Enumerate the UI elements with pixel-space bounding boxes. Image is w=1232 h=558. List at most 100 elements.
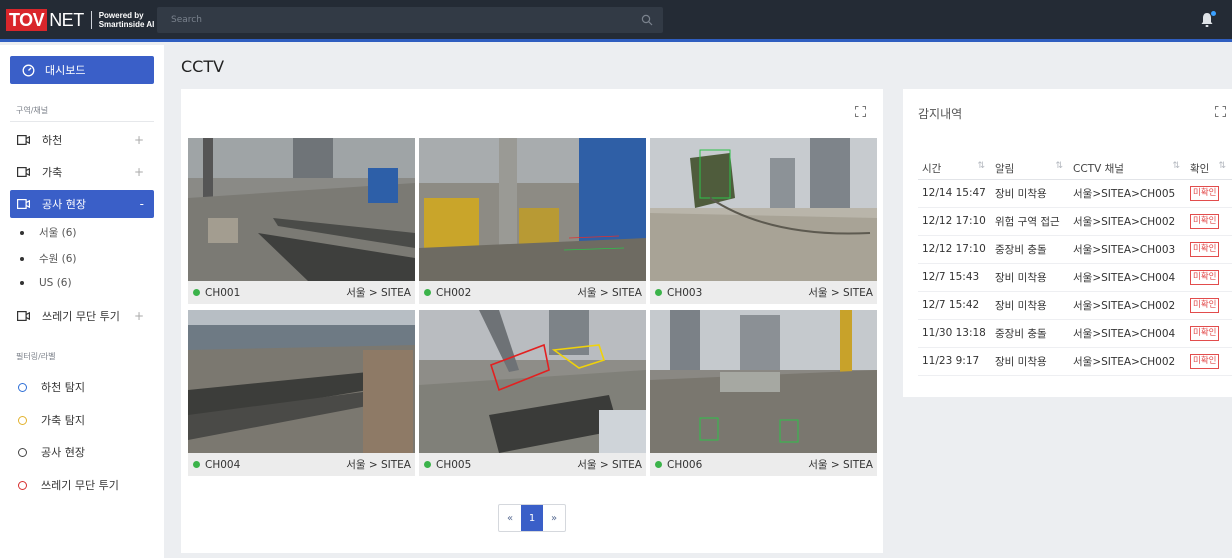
live-status-icon bbox=[193, 461, 200, 468]
page-title: CCTV bbox=[181, 57, 225, 76]
filter-label: 가축 탐지 bbox=[41, 414, 85, 427]
logo[interactable]: TOV NET Powered by Smartinside AI bbox=[6, 9, 154, 31]
camera-icon bbox=[17, 199, 30, 209]
table-row[interactable]: 11/23 9:17 장비 미착용 서울>SITEA>CH002 미확인 bbox=[918, 347, 1232, 376]
search-input[interactable] bbox=[157, 7, 663, 33]
column-label: 확인 bbox=[1190, 163, 1210, 176]
filter-river[interactable]: 하천 탐지 bbox=[18, 379, 85, 395]
ring-icon bbox=[18, 447, 27, 457]
unconfirmed-badge[interactable]: 미확인 bbox=[1190, 325, 1220, 341]
sub-item-label: 수원 (6) bbox=[39, 253, 77, 265]
bullet-icon bbox=[20, 256, 24, 261]
sub-item-seoul[interactable]: 서울 (6) bbox=[20, 225, 77, 240]
filter-label: 쓰레기 무단 투기 bbox=[41, 479, 119, 492]
sidebar-item-dumping[interactable]: 쓰레기 무단 투기 + bbox=[10, 302, 154, 330]
camera-tile-ch002[interactable]: CH002 서울 > SITEA bbox=[419, 138, 646, 304]
logo-tov: TOV bbox=[6, 9, 48, 31]
table-row[interactable]: 12/7 15:42 장비 미착용 서울>SITEA>CH002 미확인 bbox=[918, 291, 1232, 320]
table-row[interactable]: 11/30 13:18 중장비 충돌 서울>SITEA>CH004 미확인 bbox=[918, 319, 1232, 348]
fullscreen-icon[interactable] bbox=[855, 106, 866, 117]
camera-footer: CH003 서울 > SITEA bbox=[650, 281, 877, 304]
table-header-row: 시간 ⇅ 알림 ⇅ CCTV 채널 ⇅ 확인 ⇅ bbox=[918, 159, 1232, 180]
table-row[interactable]: 12/12 17:10 위험 구역 접근 서울>SITEA>CH002 미확인 bbox=[918, 207, 1232, 236]
sidebar-item-livestock[interactable]: 가축 + bbox=[10, 158, 154, 186]
cell-channel: 서울>SITEA>CH003 bbox=[1069, 235, 1186, 264]
cell-channel: 서울>SITEA>CH002 bbox=[1069, 207, 1186, 236]
sub-item-suwon[interactable]: 수원 (6) bbox=[20, 251, 77, 266]
camera-tile-ch005[interactable]: CH005 서울 > SITEA bbox=[419, 310, 646, 476]
camera-tile-ch001[interactable]: CH001 서울 > SITEA bbox=[188, 138, 415, 304]
cctv-panel: CH001 서울 > SITEA CH002 서울 > SITEA CH003 … bbox=[181, 89, 883, 553]
unconfirmed-badge[interactable]: 미확인 bbox=[1190, 185, 1220, 201]
camera-feed-ch002[interactable] bbox=[419, 138, 646, 281]
camera-location: 서울 > SITEA bbox=[808, 287, 873, 299]
cell-time: 12/12 17:10 bbox=[918, 207, 991, 236]
collapse-minus-icon[interactable]: - bbox=[140, 197, 144, 211]
table-row[interactable]: 12/7 15:43 장비 미착용 서울>SITEA>CH004 미확인 bbox=[918, 263, 1232, 292]
sub-item-label: 서울 (6) bbox=[39, 227, 77, 239]
bullet-icon bbox=[20, 281, 24, 285]
cell-status: 미확인 bbox=[1186, 235, 1232, 264]
unconfirmed-badge[interactable]: 미확인 bbox=[1190, 241, 1220, 257]
cell-channel: 서울>SITEA>CH005 bbox=[1069, 179, 1186, 208]
expand-plus-icon[interactable]: + bbox=[134, 309, 144, 323]
detections-panel: 감지내역 시간 ⇅ 알림 ⇅ CCTV 채널 ⇅ 확인 ⇅ 12/14 15:47 장비… bbox=[903, 89, 1232, 397]
sidebar-item-construction[interactable]: 공사 현장 - bbox=[10, 190, 154, 218]
cell-alert: 장비 미착용 bbox=[991, 347, 1069, 376]
cell-alert: 장비 미착용 bbox=[991, 179, 1069, 208]
sort-icon[interactable]: ⇅ bbox=[977, 161, 985, 171]
unconfirmed-badge[interactable]: 미확인 bbox=[1190, 297, 1220, 313]
camera-footer: CH005 서울 > SITEA bbox=[419, 453, 646, 476]
camera-feed-ch001[interactable] bbox=[188, 138, 415, 281]
cell-alert: 중장비 충돌 bbox=[991, 319, 1069, 348]
column-header-confirm[interactable]: 확인 ⇅ bbox=[1186, 159, 1232, 180]
search-icon[interactable] bbox=[641, 14, 653, 26]
expand-plus-icon[interactable]: + bbox=[134, 165, 144, 179]
cell-time: 12/12 17:10 bbox=[918, 235, 991, 264]
filter-livestock[interactable]: 가축 탐지 bbox=[18, 412, 85, 428]
filter-dumping[interactable]: 쓰레기 무단 투기 bbox=[18, 477, 119, 493]
camera-name: CH004 bbox=[205, 458, 241, 471]
sort-icon[interactable]: ⇅ bbox=[1055, 161, 1063, 171]
cell-status: 미확인 bbox=[1186, 263, 1232, 292]
fullscreen-icon[interactable] bbox=[1215, 106, 1226, 117]
cell-time: 12/7 15:42 bbox=[918, 291, 991, 320]
ring-icon bbox=[18, 480, 27, 490]
camera-feed-ch005[interactable] bbox=[419, 310, 646, 453]
sort-icon[interactable]: ⇅ bbox=[1218, 161, 1226, 171]
camera-tile-ch003[interactable]: CH003 서울 > SITEA bbox=[650, 138, 877, 304]
cell-alert: 장비 미착용 bbox=[991, 291, 1069, 320]
column-label: CCTV 채널 bbox=[1073, 163, 1124, 176]
camera-feed-ch006[interactable] bbox=[650, 310, 877, 453]
camera-location: 서울 > SITEA bbox=[346, 459, 411, 471]
camera-name: CH001 bbox=[205, 286, 241, 299]
column-header-time[interactable]: 시간 ⇅ bbox=[918, 159, 991, 180]
filter-construction[interactable]: 공사 현장 bbox=[18, 444, 85, 460]
unconfirmed-badge[interactable]: 미확인 bbox=[1190, 353, 1220, 369]
camera-feed-ch003[interactable] bbox=[650, 138, 877, 281]
powered-by-line2: Smartinside AI bbox=[98, 20, 155, 29]
camera-tile-ch004[interactable]: CH004 서울 > SITEA bbox=[188, 310, 415, 476]
sub-item-us[interactable]: US (6) bbox=[20, 277, 72, 289]
cell-status: 미확인 bbox=[1186, 319, 1232, 348]
unconfirmed-badge[interactable]: 미확인 bbox=[1190, 269, 1220, 285]
dashboard-button[interactable]: 대시보드 bbox=[10, 56, 154, 84]
camera-feed-ch004[interactable] bbox=[188, 310, 415, 453]
sidebar-item-river[interactable]: 하천 + bbox=[10, 126, 154, 154]
sort-icon[interactable]: ⇅ bbox=[1172, 161, 1180, 171]
expand-plus-icon[interactable]: + bbox=[134, 133, 144, 147]
gauge-icon bbox=[22, 64, 35, 76]
column-header-channel[interactable]: CCTV 채널 ⇅ bbox=[1069, 159, 1186, 180]
pager-next-button[interactable]: » bbox=[543, 505, 565, 531]
camera-footer: CH004 서울 > SITEA bbox=[188, 453, 415, 476]
pager-prev-button[interactable]: « bbox=[499, 505, 521, 531]
column-header-alert[interactable]: 알림 ⇅ bbox=[991, 159, 1069, 180]
table-row[interactable]: 12/12 17:10 중장비 충돌 서울>SITEA>CH003 미확인 bbox=[918, 235, 1232, 264]
unconfirmed-badge[interactable]: 미확인 bbox=[1190, 213, 1220, 229]
sidebar-item-label: 가축 bbox=[42, 166, 63, 179]
sidebar: 대시보드 구역/채널 하천 + 가축 + 공사 현장 - 서울 (6) 수원 (… bbox=[0, 45, 164, 558]
divider bbox=[10, 121, 154, 122]
camera-tile-ch006[interactable]: CH006 서울 > SITEA bbox=[650, 310, 877, 476]
pager-page-button[interactable]: 1 bbox=[521, 505, 543, 531]
table-row[interactable]: 12/14 15:47 장비 미착용 서울>SITEA>CH005 미확인 bbox=[918, 179, 1232, 208]
